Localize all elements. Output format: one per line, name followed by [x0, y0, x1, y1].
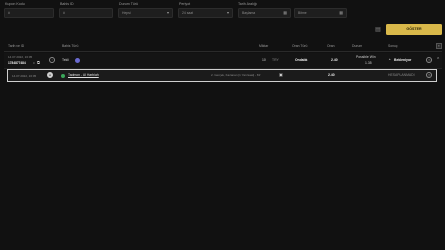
- tarih-end-input[interactable]: Bitme ▦: [294, 8, 347, 18]
- market-text: 2. Gerçek, Kazanan [1 Yarı/saat] - 81': [211, 73, 261, 77]
- periyot-select[interactable]: 24 saat ▾: [178, 8, 233, 18]
- bahis-id-value: #: [63, 11, 65, 15]
- durum-turu-select[interactable]: Hepsi ▾: [118, 8, 173, 18]
- bet-currency: TRY: [272, 58, 279, 62]
- detail-odds: 2.40: [328, 73, 335, 77]
- result-text: Bekleniyor: [394, 58, 412, 62]
- status-text: Possible Win: [356, 55, 376, 59]
- calendar-icon: ▦: [339, 10, 343, 15]
- durum-turu-label: Durum Türü: [119, 2, 139, 6]
- row-id: 1784877484: [8, 61, 26, 65]
- tarih-end-placeholder: Bitme: [298, 11, 307, 15]
- periyot-value: 24 saat: [182, 11, 194, 15]
- tarih-araligi-label: Tarih Aralığı: [238, 2, 257, 6]
- match-link[interactable]: Tadmon - Al Harbiah: [68, 73, 99, 77]
- kupon-kodu-value: #: [8, 11, 10, 15]
- table-row[interactable]: 14.07.2022, 16:05 1784877484 0 ⧉ ! Tekli…: [4, 53, 442, 69]
- column-tarih-id: Tarih ve ID: [8, 44, 25, 48]
- column-bahis-turu: Bahis Türü: [62, 44, 79, 48]
- calendar-icon[interactable]: ▤: [374, 26, 382, 34]
- live-indicator-icon: [61, 74, 65, 78]
- detail-result: HESAPLANMADI: [388, 73, 415, 77]
- bet-detail-row[interactable]: 14.07.2022, 16:05 ● Tadmon - Al Harbiah …: [7, 69, 437, 82]
- periyot-label: Periyot: [179, 2, 191, 6]
- bet-type-badge-icon: [75, 58, 80, 63]
- table-header: Tarih ve ID Bahis Türü Miktar Oran Türü …: [4, 41, 442, 52]
- sport-icon: ●: [47, 72, 53, 78]
- odds-value: 2.40: [331, 58, 338, 62]
- expand-all-toggle[interactable]: ▪: [436, 43, 442, 49]
- durum-turu-value: Hepsi: [122, 11, 131, 15]
- chevron-down-icon: ▾: [166, 10, 169, 15]
- bahis-id-input[interactable]: #: [59, 8, 113, 18]
- calendar-icon: ▦: [283, 10, 287, 15]
- bet-amount: 10: [262, 58, 266, 62]
- column-miktar: Miktar: [259, 44, 269, 48]
- goster-button[interactable]: GÖSTER: [386, 24, 442, 35]
- info-icon[interactable]: !: [49, 57, 55, 63]
- tarih-start-placeholder: Başlama: [242, 11, 256, 15]
- status-value: 1.35: [365, 61, 372, 65]
- row-id-suffix: 0: [33, 61, 35, 65]
- column-sonuc: Sonuç: [388, 44, 398, 48]
- chevron-down-icon: ▾: [226, 10, 229, 15]
- stats-icon[interactable]: ▣: [279, 72, 283, 77]
- odds-type: Ondalık: [295, 58, 308, 62]
- row-date: 14.07.2022, 16:05: [8, 55, 33, 59]
- bet-type: Tekli: [62, 58, 69, 62]
- chevron-up-icon[interactable]: ⌃: [436, 57, 440, 63]
- detail-date: 14.07.2022, 16:05: [12, 74, 37, 78]
- column-durum: Durum: [352, 44, 363, 48]
- column-oran: Oran: [327, 44, 335, 48]
- kupon-kodu-label: Kupon Kodu: [5, 2, 25, 6]
- bahis-id-label: Bahis ID: [60, 2, 74, 6]
- clock-icon[interactable]: ◷: [426, 57, 432, 63]
- clock-icon[interactable]: ◷: [426, 72, 432, 78]
- tarih-start-input[interactable]: Başlama ▦: [238, 8, 291, 18]
- kupon-kodu-input[interactable]: #: [4, 8, 54, 18]
- pending-icon: ◔: [388, 57, 391, 62]
- column-oran-turu: Oran Türü: [292, 44, 308, 48]
- copy-icon[interactable]: ⧉: [37, 60, 40, 65]
